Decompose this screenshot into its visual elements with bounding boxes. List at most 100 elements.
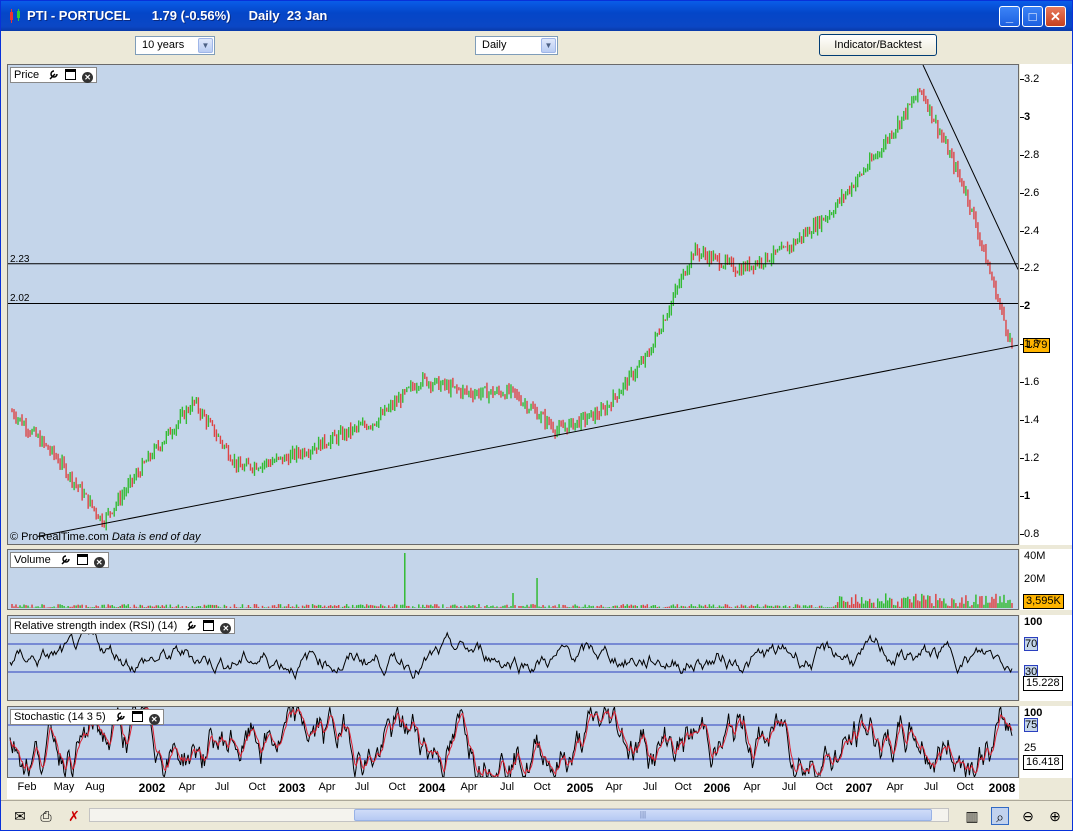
status-bar: ✉ ⎙ ✗ ||| ▥ ⌕ ⊖ ⊕ (1, 800, 1072, 830)
window-icon[interactable] (76, 554, 88, 565)
stoch-current-badge: 16.418 (1023, 755, 1063, 770)
date-axis[interactable]: Feb May Aug 2002 Apr Jul Oct 2003 Apr Jul Oct 2004 A… (7, 778, 1019, 799)
price-tick-mark (1020, 419, 1024, 421)
price-bars (11, 87, 1013, 531)
print-icon[interactable]: ⎙ (37, 807, 55, 825)
application-window: PTI - PORTUCEL 1.79 (-0.56%) Daily 23 Ja… (0, 0, 1073, 831)
window-icon[interactable] (65, 69, 77, 80)
scrollbar-thumb[interactable]: ||| (354, 809, 932, 821)
window-icon[interactable] (203, 620, 215, 631)
wrench-icon[interactable] (115, 711, 126, 722)
price-tick-label: 2.2 (1024, 262, 1040, 275)
price-tick-label: 2.6 (1024, 186, 1040, 199)
date-tick-label: Oct (248, 781, 266, 793)
candlestick-app-icon (10, 9, 20, 23)
price-tick-mark (1020, 192, 1024, 194)
price-chart[interactable] (8, 65, 1018, 544)
stoch-tick-25: 25 (1024, 742, 1037, 754)
date-tick-label: Apr (605, 781, 623, 793)
chart-type-icon[interactable]: ▥ (963, 807, 981, 825)
price-tick-label: 1 (1024, 489, 1031, 502)
close-panel-icon[interactable]: ✕ (220, 623, 232, 634)
rsi-panel-title: Relative strength index (RSI) (14) (14, 620, 178, 632)
zoom-in-icon[interactable]: ⊕ (1046, 807, 1064, 825)
wrench-icon[interactable] (48, 69, 59, 80)
rsi-panel[interactable]: Relative strength index (RSI) (14) ✕ (7, 615, 1019, 701)
date-tick-label: 2005 (566, 781, 594, 795)
close-button[interactable]: ✕ (1045, 6, 1066, 27)
price-tick-mark (1020, 382, 1024, 384)
title-period: Daily (248, 8, 280, 23)
title-date: 23 Jan (286, 8, 328, 23)
window-title: PTI - PORTUCEL 1.79 (-0.56%) Daily 23 Ja… (27, 8, 327, 23)
close-panel-icon[interactable]: ✕ (82, 72, 94, 83)
stochastic-panel-header: Stochastic (14 3 5) ✕ (10, 709, 164, 725)
volume-chart[interactable] (8, 550, 1018, 609)
date-tick-label: Apr (886, 781, 904, 793)
price-tick-mark (1020, 533, 1024, 535)
chevron-down-icon[interactable]: ▼ (198, 38, 213, 53)
rsi-axis[interactable]: 100 70 30 15.228 (1020, 615, 1072, 701)
indicator-backtest-button[interactable]: Indicator/Backtest (819, 34, 937, 56)
watermark-text: ProRealTime.com (21, 531, 109, 543)
title-symbol: PTI - PORTUCEL (27, 8, 131, 23)
interval-value: Daily (482, 39, 507, 51)
stochastic-panel[interactable]: Stochastic (14 3 5) ✕ (7, 706, 1019, 778)
date-tick-label: Jul (781, 781, 797, 793)
price-tick-mark (1020, 79, 1024, 81)
date-tick-label: Apr (178, 781, 196, 793)
price-tick-label: 2.8 (1024, 148, 1040, 161)
range-select[interactable]: 10 years ▼ (135, 36, 215, 55)
watermark: © ProRealTime.com Data is end of day (10, 531, 201, 543)
stochastic-panel-title: Stochastic (14 3 5) (14, 711, 106, 723)
volume-current-badge: 3,595K (1023, 594, 1064, 609)
rsi-panel-header: Relative strength index (RSI) (14) ✕ (10, 618, 236, 634)
toolbar: 10 years ▼ Daily ▼ Indicator/Backtest (1, 31, 1072, 59)
close-panel-icon[interactable]: ✕ (148, 714, 160, 725)
date-tick-label: 2006 (703, 781, 731, 795)
downtrend-line (922, 65, 1018, 270)
price-panel-title: Price (14, 69, 40, 81)
price-tick-mark (1020, 306, 1024, 308)
horizontal-scrollbar[interactable]: ||| (89, 808, 949, 822)
date-tick-label: Oct (533, 781, 551, 793)
price-panel-header: Price ✕ (10, 67, 98, 83)
stochastic-axis[interactable]: 100 75 25 16.418 (1020, 706, 1072, 778)
price-tick-mark (1020, 495, 1024, 497)
wrench-icon[interactable] (186, 620, 197, 631)
data-note: Data is end of day (111, 531, 201, 543)
date-tick-label: Oct (674, 781, 692, 793)
interval-select[interactable]: Daily ▼ (475, 36, 558, 55)
date-tick-label: Oct (388, 781, 406, 793)
price-panel[interactable]: Price ✕ 2.23 2.02 © ProRealTime.com Data… (7, 64, 1019, 545)
volume-axis[interactable]: 40M 20M 3,595K (1020, 549, 1072, 610)
chevron-down-icon[interactable]: ▼ (541, 38, 556, 53)
rsi-tick-100: 100 (1024, 616, 1043, 628)
price-axis[interactable]: 1.79 3.2 3 2.8 2.6 2.4 2.2 2 1.8 1.6 1.4 1.2 1 0.8 (1020, 64, 1072, 545)
volume-panel[interactable]: Volume ✕ (7, 549, 1019, 610)
date-tick-label: 2002 (138, 781, 166, 795)
mail-icon[interactable]: ✉ (11, 807, 29, 825)
date-tick-label: 2003 (278, 781, 306, 795)
zoom-select-icon[interactable]: ⌕ (991, 807, 1009, 825)
date-tick-label: Aug (85, 781, 105, 793)
close-panel-icon[interactable]: ✕ (93, 557, 105, 568)
title-bar: PTI - PORTUCEL 1.79 (-0.56%) Daily 23 Ja… (1, 1, 1072, 31)
price-tick-mark (1020, 457, 1024, 459)
maximize-button[interactable]: □ (1022, 6, 1043, 27)
date-tick-label: Apr (318, 781, 336, 793)
window-icon[interactable] (131, 711, 143, 722)
date-tick-label: Apr (460, 781, 478, 793)
volume-panel-header: Volume ✕ (10, 552, 109, 568)
minimize-button[interactable]: _ (999, 6, 1020, 27)
price-tick-label: 0.8 (1024, 527, 1040, 540)
price-tick-label: 1.2 (1024, 451, 1040, 464)
price-tick-label: 3.2 (1024, 73, 1040, 86)
zoom-out-icon[interactable]: ⊖ (1019, 807, 1037, 825)
hline-label-202: 2.02 (10, 293, 30, 304)
date-tick-label: Apr (743, 781, 761, 793)
wrench-icon[interactable] (60, 554, 71, 565)
date-tick-label: Oct (956, 781, 974, 793)
volume-panel-title: Volume (14, 554, 51, 566)
disconnect-icon[interactable]: ✗ (65, 807, 83, 825)
